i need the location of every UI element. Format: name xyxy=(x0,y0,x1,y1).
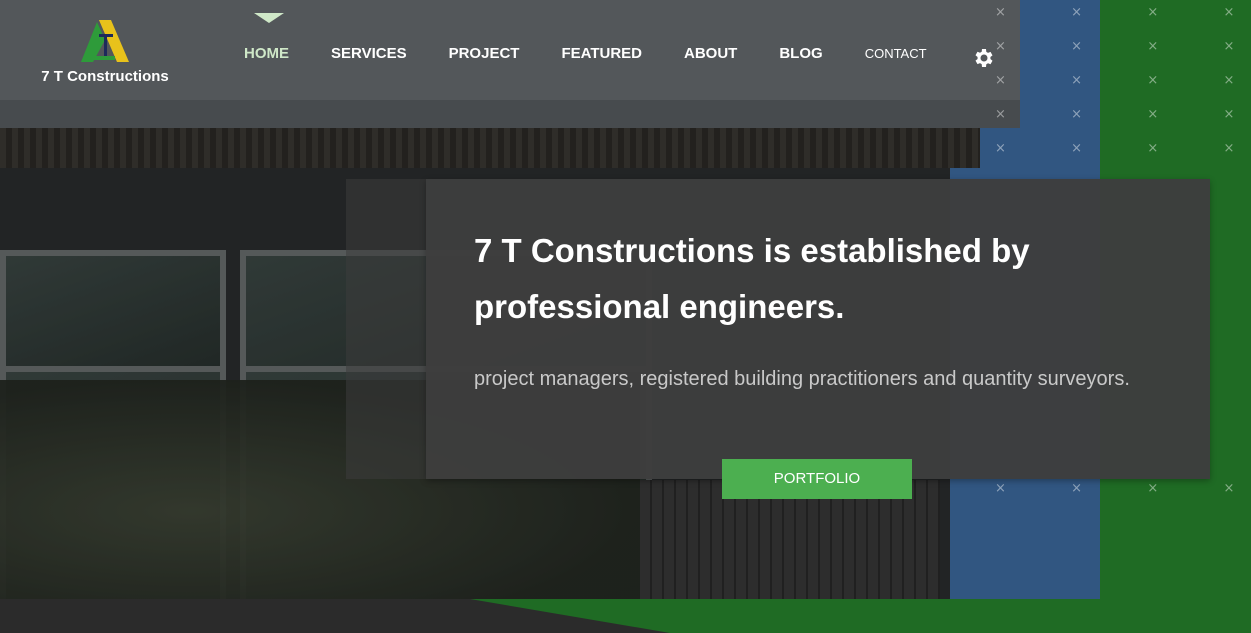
portfolio-button[interactable]: PORTFOLIO xyxy=(722,459,912,499)
nav-blog[interactable]: BLOG xyxy=(779,45,822,62)
nav-services[interactable]: SERVICES xyxy=(331,45,407,62)
nav-about[interactable]: ABOUT xyxy=(684,45,737,62)
hero-card: 7 T Constructions is established by prof… xyxy=(426,179,1210,479)
main-nav: HOME SERVICES PROJECT FEATURED ABOUT BLO… xyxy=(244,45,969,62)
nav-contact[interactable]: CONTACT xyxy=(865,46,927,61)
gear-icon[interactable] xyxy=(971,46,995,70)
x-pattern-top: × × × × × × × × × × × × × × × × × × × × … xyxy=(995,5,1251,156)
hero-subtext: project managers, registered building pr… xyxy=(474,368,1130,390)
nav-featured[interactable]: FEATURED xyxy=(561,45,642,62)
nav-project[interactable]: PROJECT xyxy=(449,45,520,62)
logo-icon xyxy=(81,20,129,62)
site-logo[interactable]: 7 T Constructions xyxy=(38,14,172,85)
active-nav-indicator xyxy=(254,13,284,23)
logo-text: 7 T Constructions xyxy=(41,68,169,85)
hero-headline: 7 T Constructions is established by prof… xyxy=(474,232,1030,325)
nav-home[interactable]: HOME xyxy=(244,45,289,62)
